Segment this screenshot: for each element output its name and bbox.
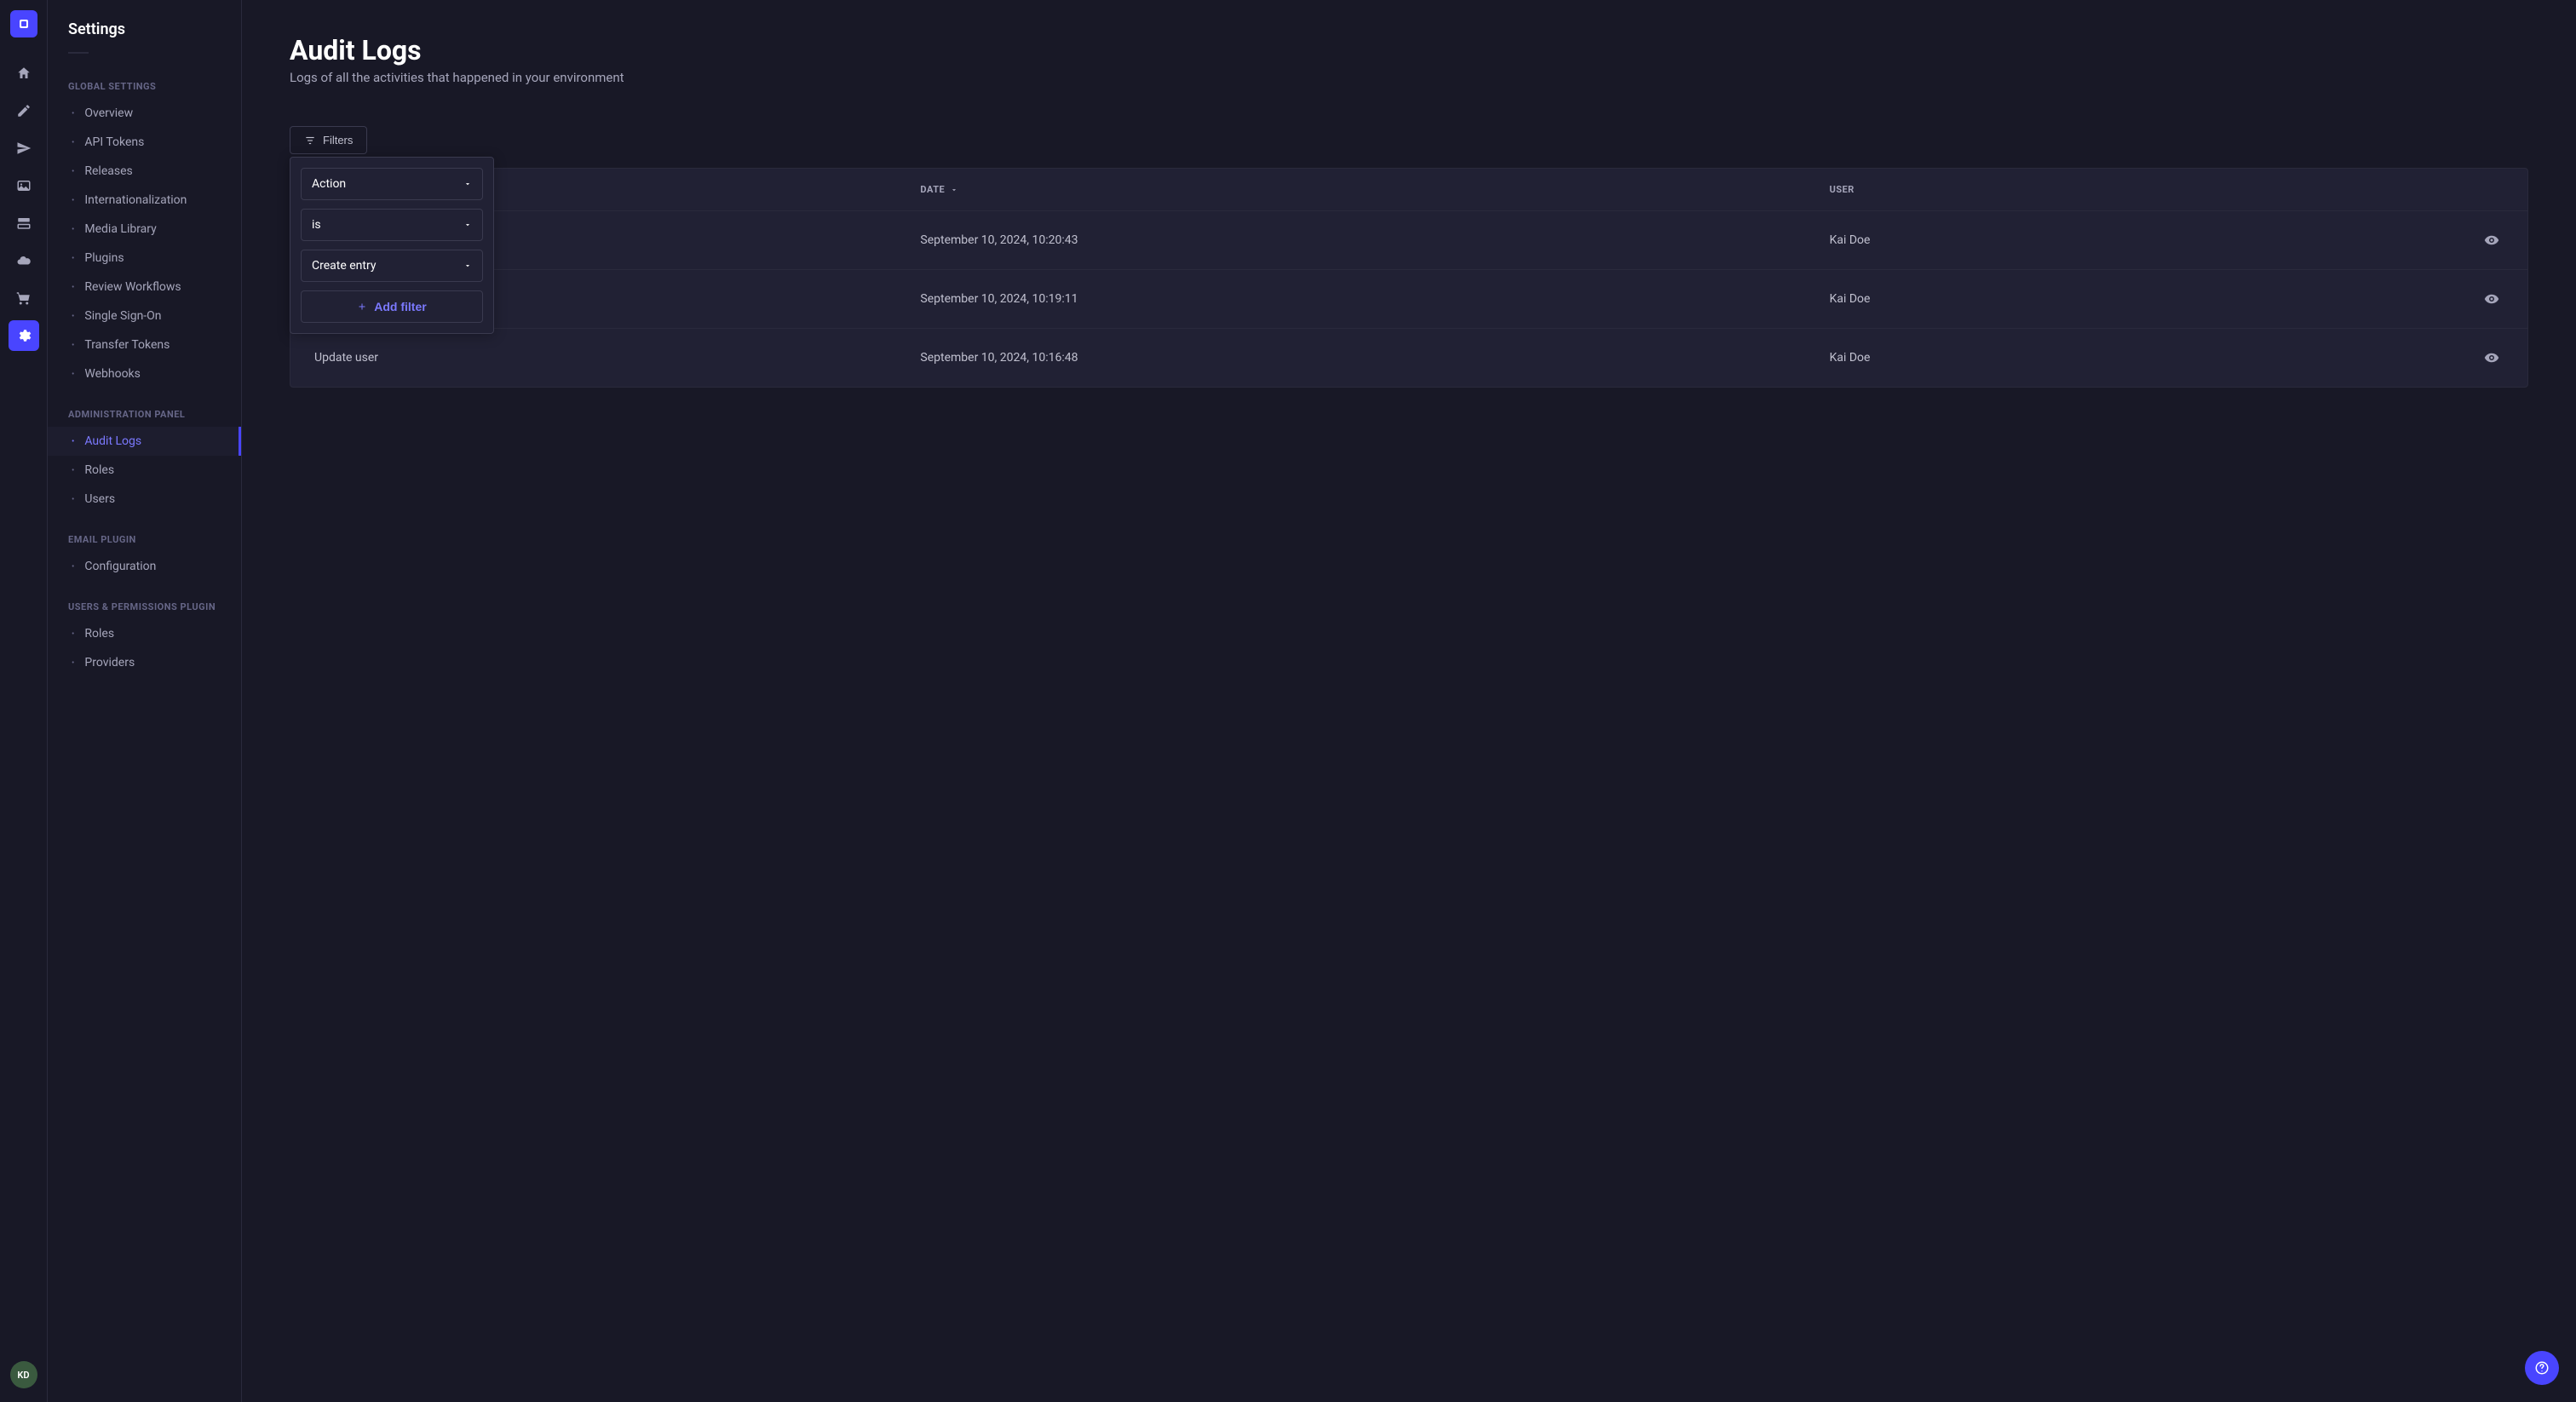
icon-rail: KD [0, 0, 48, 1402]
layout-icon [16, 215, 32, 231]
group-email-plugin: EMAIL PLUGIN [48, 527, 241, 552]
page-title: Audit Logs [290, 34, 2528, 66]
pen-icon [16, 103, 32, 118]
sidebar-item-providers[interactable]: Providers [48, 648, 241, 677]
table-row: September 10, 2024, 10:20:43 Kai Doe [290, 211, 2527, 270]
column-user[interactable]: USER [1830, 184, 2435, 195]
filter-operator-value: is [312, 218, 321, 232]
filter-icon [304, 135, 316, 147]
filter-value-text: Create entry [312, 259, 376, 273]
group-administration-panel: ADMINISTRATION PANEL [48, 402, 241, 427]
add-filter-label: Add filter [374, 300, 426, 313]
sidebar-item-overview[interactable]: Overview [48, 99, 241, 128]
nav-send[interactable] [9, 133, 39, 164]
sidebar-item-email-configuration[interactable]: Configuration [48, 552, 241, 581]
sidebar-item-audit-logs[interactable]: Audit Logs [48, 427, 241, 456]
page-subtitle: Logs of all the activities that happened… [290, 70, 2528, 85]
group-users-permissions: USERS & PERMISSIONS PLUGIN [48, 595, 241, 619]
filter-operator-select[interactable]: is [301, 209, 483, 241]
image-icon [16, 178, 32, 193]
table-header: ACTION DATE USER [290, 169, 2527, 211]
filters-button[interactable]: Filters [290, 126, 367, 154]
filters-button-label: Filters [323, 134, 353, 147]
plus-icon [357, 302, 367, 312]
settings-sidebar: Settings GLOBAL SETTINGS Overview API To… [48, 0, 242, 1402]
nav-cloud[interactable] [9, 245, 39, 276]
eye-icon [2484, 350, 2499, 365]
home-icon [16, 66, 32, 81]
add-filter-button[interactable]: Add filter [301, 290, 483, 323]
cell-date: September 10, 2024, 10:20:43 [920, 233, 1829, 247]
nav-home[interactable] [9, 58, 39, 89]
eye-icon [2484, 291, 2499, 307]
cell-user: Kai Doe [1830, 233, 2435, 247]
filter-value-select[interactable]: Create entry [301, 250, 483, 282]
filter-field-value: Action [312, 177, 346, 191]
cell-user: Kai Doe [1830, 292, 2435, 306]
logo-icon [17, 17, 31, 31]
column-date[interactable]: DATE [920, 184, 1829, 195]
filter-popover: Action is Create entry Add filter [290, 157, 494, 334]
sidebar-item-review-workflows[interactable]: Review Workflows [48, 273, 241, 302]
question-icon [2534, 1360, 2550, 1376]
title-divider [68, 52, 89, 54]
sidebar-item-plugins[interactable]: Plugins [48, 244, 241, 273]
sidebar-item-users-admin[interactable]: Users [48, 485, 241, 514]
nav-content[interactable] [9, 95, 39, 126]
filter-field-select[interactable]: Action [301, 168, 483, 200]
chevron-down-icon [463, 180, 472, 188]
table-row: September 10, 2024, 10:19:11 Kai Doe [290, 270, 2527, 329]
chevron-down-icon [463, 221, 472, 229]
nav-marketplace[interactable] [9, 283, 39, 313]
sidebar-item-releases[interactable]: Releases [48, 157, 241, 186]
chevron-down-icon [463, 261, 472, 270]
view-log-button[interactable] [2480, 287, 2504, 311]
sort-desc-icon [950, 186, 958, 194]
table-row: Update user September 10, 2024, 10:16:48… [290, 329, 2527, 387]
nav-settings[interactable] [9, 320, 39, 351]
sidebar-item-roles-admin[interactable]: Roles [48, 456, 241, 485]
help-button[interactable] [2525, 1351, 2559, 1385]
group-global-settings: GLOBAL SETTINGS [48, 74, 241, 99]
sidebar-item-roles-up[interactable]: Roles [48, 619, 241, 648]
view-log-button[interactable] [2480, 228, 2504, 252]
sidebar-title: Settings [48, 20, 241, 52]
sidebar-item-media-library[interactable]: Media Library [48, 215, 241, 244]
cart-icon [16, 290, 32, 306]
gear-icon [16, 328, 32, 343]
audit-logs-table: ACTION DATE USER September 10, 2024, 10:… [290, 168, 2528, 388]
paper-plane-icon [16, 141, 32, 156]
app-logo[interactable] [10, 10, 37, 37]
sidebar-item-webhooks[interactable]: Webhooks [48, 359, 241, 388]
cell-date: September 10, 2024, 10:19:11 [920, 292, 1829, 306]
user-avatar[interactable]: KD [10, 1361, 37, 1388]
nav-media[interactable] [9, 170, 39, 201]
cell-date: September 10, 2024, 10:16:48 [920, 351, 1829, 365]
cell-action: Update user [314, 351, 920, 365]
sidebar-item-transfer-tokens[interactable]: Transfer Tokens [48, 330, 241, 359]
view-log-button[interactable] [2480, 346, 2504, 370]
eye-icon [2484, 233, 2499, 248]
nav-builder[interactable] [9, 208, 39, 238]
sidebar-item-single-sign-on[interactable]: Single Sign-On [48, 302, 241, 330]
cell-user: Kai Doe [1830, 351, 2435, 365]
sidebar-item-api-tokens[interactable]: API Tokens [48, 128, 241, 157]
cloud-icon [16, 253, 32, 268]
sidebar-item-internationalization[interactable]: Internationalization [48, 186, 241, 215]
main-content: Audit Logs Logs of all the activities th… [242, 0, 2576, 1402]
